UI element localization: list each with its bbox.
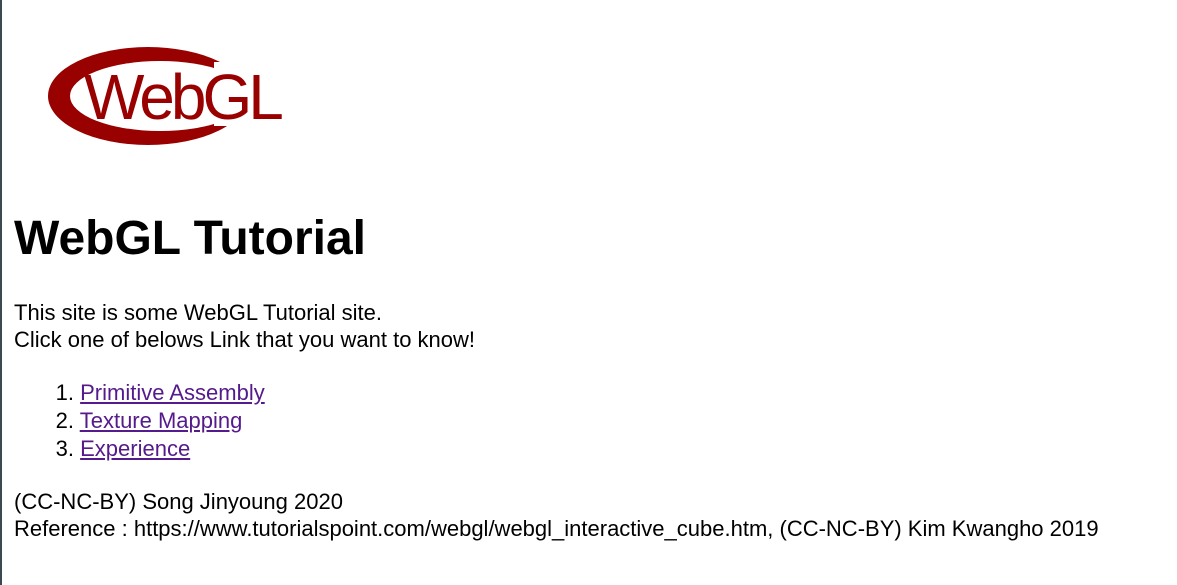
tutorial-link-list: 1. Primitive Assembly 2. Texture Mapping…: [14, 379, 265, 463]
logo-text: WebGL: [84, 61, 282, 133]
link-experience[interactable]: Experience: [80, 436, 190, 461]
list-item: 2. Texture Mapping: [14, 407, 265, 435]
list-number: 2.: [55, 408, 74, 433]
list-number: 3.: [55, 436, 74, 461]
list-number: 1.: [55, 380, 74, 405]
webgl-logo: WebGL: [48, 47, 286, 145]
list-item: 3. Experience: [14, 435, 265, 463]
window-edge: [0, 0, 2, 585]
link-texture-mapping[interactable]: Texture Mapping: [80, 408, 243, 433]
intro-line-1: This site is some WebGL Tutorial site.: [14, 300, 383, 325]
link-primitive-assembly[interactable]: Primitive Assembly: [80, 380, 265, 405]
copyright-text: (CC-NC-BY) Song Jinyoung 2020: [14, 489, 343, 514]
footer: (CC-NC-BY) Song Jinyoung 2020 Reference …: [14, 488, 1164, 542]
reference-text: Reference : https://www.tutorialspoint.c…: [14, 516, 1099, 541]
page-title: WebGL Tutorial: [14, 212, 367, 265]
list-item: 1. Primitive Assembly: [14, 379, 265, 407]
intro-text: This site is some WebGL Tutorial site. C…: [14, 299, 475, 353]
intro-line-2: Click one of belows Link that you want t…: [14, 327, 476, 352]
